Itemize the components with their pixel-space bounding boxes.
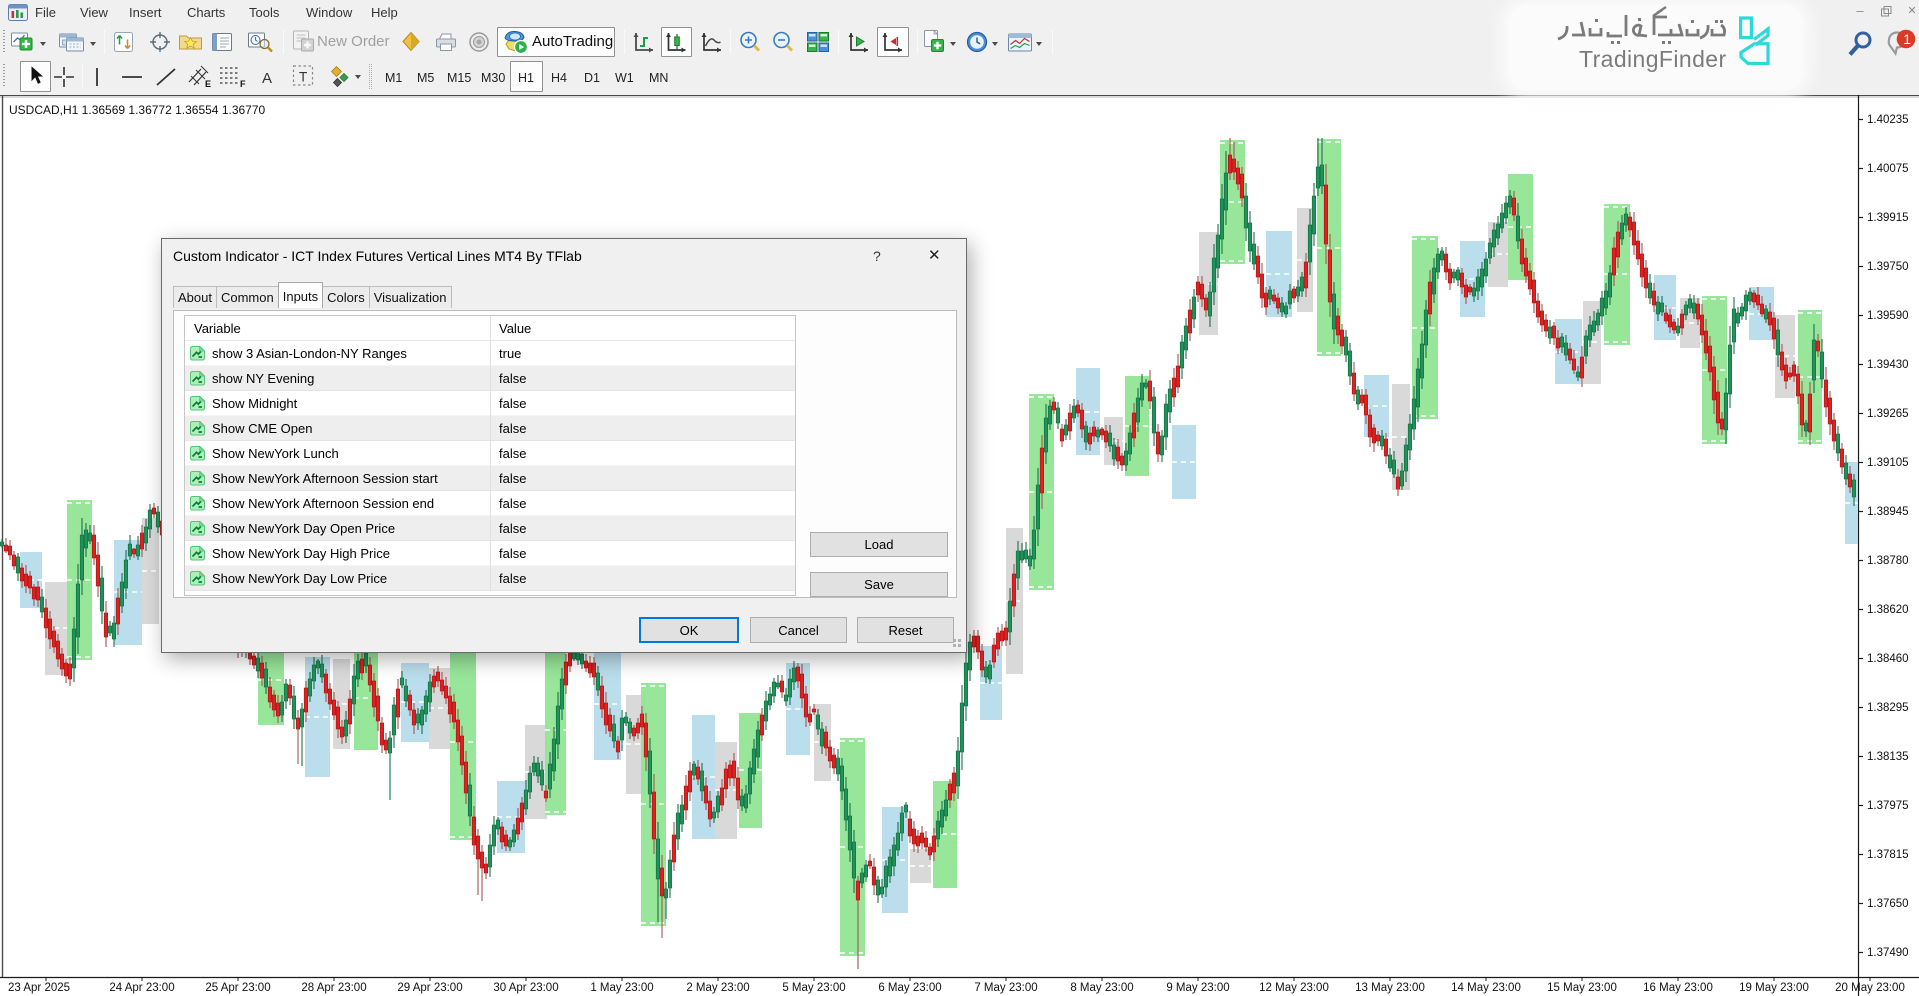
svg-text:9 May 23:00: 9 May 23:00 [1166,982,1229,994]
svg-text:16 May 23:00: 16 May 23:00 [1643,982,1713,994]
svg-text:1.40235: 1.40235 [1867,114,1909,126]
svg-text:1.40075: 1.40075 [1867,163,1909,175]
svg-text:14 May 23:00: 14 May 23:00 [1451,982,1521,994]
svg-text:1.38295: 1.38295 [1867,702,1909,714]
svg-text:1.38945: 1.38945 [1867,506,1909,518]
svg-text:E: E [205,79,211,89]
svg-text:1.38135: 1.38135 [1867,751,1909,763]
svg-text:28 Apr 23:00: 28 Apr 23:00 [301,982,366,994]
svg-text:1.37490: 1.37490 [1867,947,1909,959]
svg-text:F: F [240,79,246,89]
svg-text:1.39750: 1.39750 [1867,261,1909,273]
svg-text:1.39105: 1.39105 [1867,457,1909,469]
svg-text:1.38460: 1.38460 [1867,653,1909,665]
svg-text:30 Apr 23:00: 30 Apr 23:00 [493,982,558,994]
svg-text:1.38780: 1.38780 [1867,555,1909,567]
svg-text:T: T [299,70,307,85]
svg-text:1.39915: 1.39915 [1867,212,1909,224]
svg-text:2 May 23:00: 2 May 23:00 [686,982,749,994]
svg-text:1.39430: 1.39430 [1867,359,1909,371]
svg-text:1.39265: 1.39265 [1867,408,1909,420]
svg-text:1.37650: 1.37650 [1867,898,1909,910]
svg-text:5 May 23:00: 5 May 23:00 [782,982,845,994]
svg-text:8 May 23:00: 8 May 23:00 [1070,982,1133,994]
svg-text:12 May 23:00: 12 May 23:00 [1259,982,1329,994]
svg-text:1.39590: 1.39590 [1867,310,1909,322]
svg-text:13 May 23:00: 13 May 23:00 [1355,982,1425,994]
svg-text:6 May 23:00: 6 May 23:00 [878,982,941,994]
svg-text:24 Apr 23:00: 24 Apr 23:00 [109,982,174,994]
svg-text:7 May 23:00: 7 May 23:00 [974,982,1037,994]
svg-text:TradingFinder: TradingFinder [1579,46,1727,72]
svg-text:1.38620: 1.38620 [1867,604,1909,616]
svg-text:29 Apr 23:00: 29 Apr 23:00 [397,982,462,994]
svg-text:23 Apr 2025: 23 Apr 2025 [8,982,70,994]
svg-text:A: A [262,70,272,87]
svg-text:USDCAD,H1 1.36569 1.36772 1.3: USDCAD,H1 1.36569 1.36772 1.36554 1.3677… [9,103,266,117]
svg-text:19 May 23:00: 19 May 23:00 [1739,982,1809,994]
svg-text:20 May 23:00: 20 May 23:00 [1835,982,1905,994]
svg-text:1: 1 [1903,31,1911,47]
svg-text:1.37975: 1.37975 [1867,800,1909,812]
svg-text:1.37815: 1.37815 [1867,849,1909,861]
svg-text:1 May 23:00: 1 May 23:00 [590,982,653,994]
svg-text:15 May 23:00: 15 May 23:00 [1547,982,1617,994]
svg-text:25 Apr 23:00: 25 Apr 23:00 [205,982,270,994]
